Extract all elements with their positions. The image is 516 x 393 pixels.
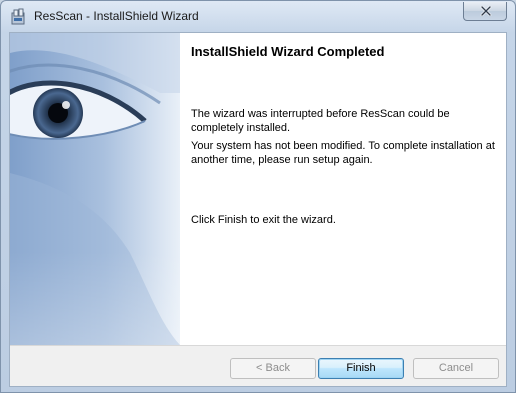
wizard-client-area: InstallShield Wizard Completed The wizar… <box>9 32 507 387</box>
title-bar[interactable]: ResScan - InstallShield Wizard <box>1 1 515 32</box>
close-button[interactable] <box>463 2 507 21</box>
not-modified-message: Your system has not been modified. To co… <box>191 140 495 166</box>
back-button[interactable]: < Back <box>230 358 316 379</box>
close-icon <box>480 6 492 16</box>
eye-artwork <box>10 33 180 345</box>
cancel-button[interactable]: Cancel <box>413 358 499 379</box>
content-panel: InstallShield Wizard Completed The wizar… <box>180 33 506 345</box>
button-bar: < Back Finish Cancel <box>10 345 506 386</box>
exit-instruction: Click Finish to exit the wizard. <box>191 214 336 226</box>
window-title: ResScan - InstallShield Wizard <box>34 9 199 23</box>
page-title: InstallShield Wizard Completed <box>191 44 385 59</box>
installer-window: ResScan - InstallShield Wizard InstallSh… <box>0 0 516 393</box>
installer-icon[interactable] <box>10 8 28 26</box>
interrupted-message: The wizard was interrupted before ResSca… <box>191 108 450 134</box>
finish-button[interactable]: Finish <box>318 358 404 379</box>
